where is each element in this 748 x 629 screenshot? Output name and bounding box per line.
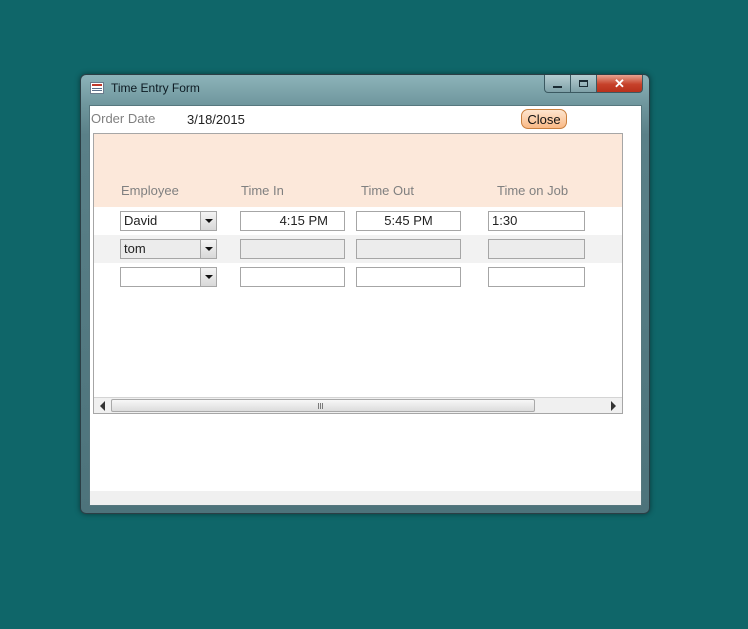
time-on-job-field[interactable] bbox=[488, 239, 585, 259]
form-body: Order Date 3/18/2015 Close Employee Time… bbox=[89, 105, 642, 506]
table-row: David 4:15 PM 5:45 PM 1:30 bbox=[94, 207, 622, 235]
time-on-job-field[interactable] bbox=[488, 267, 585, 287]
employee-combo[interactable]: David bbox=[120, 211, 217, 231]
order-date-label: Order Date bbox=[91, 111, 156, 126]
grip-icon bbox=[318, 403, 324, 409]
scroll-right-button[interactable] bbox=[605, 398, 622, 413]
scrollbar-thumb[interactable] bbox=[111, 399, 535, 412]
chevron-down-icon bbox=[204, 219, 213, 223]
window-controls: ✕ bbox=[544, 75, 643, 93]
time-out-field[interactable] bbox=[356, 267, 461, 287]
employee-combo[interactable]: tom bbox=[120, 239, 217, 259]
employee-combo[interactable] bbox=[120, 267, 217, 287]
table-row: tom bbox=[94, 235, 622, 263]
column-header-time-in: Time In bbox=[241, 183, 284, 198]
horizontal-scrollbar[interactable] bbox=[94, 397, 622, 413]
employee-value: tom bbox=[124, 241, 146, 256]
arrow-right-icon bbox=[611, 400, 616, 411]
close-button[interactable]: Close bbox=[521, 109, 567, 129]
minimize-icon bbox=[553, 85, 562, 88]
dropdown-button[interactable] bbox=[200, 212, 216, 230]
column-header-employee: Employee bbox=[121, 183, 179, 198]
time-out-field[interactable] bbox=[356, 239, 461, 259]
form-footer bbox=[90, 491, 641, 505]
time-in-field[interactable] bbox=[240, 239, 345, 259]
maximize-button[interactable] bbox=[571, 75, 597, 93]
dropdown-button[interactable] bbox=[200, 268, 216, 286]
window-close-button[interactable]: ✕ bbox=[597, 75, 643, 93]
title-bar[interactable]: Time Entry Form ✕ bbox=[81, 75, 649, 103]
form-icon bbox=[90, 82, 104, 94]
time-out-field[interactable]: 5:45 PM bbox=[356, 211, 461, 231]
chevron-down-icon bbox=[204, 275, 213, 279]
dropdown-button[interactable] bbox=[200, 240, 216, 258]
minimize-button[interactable] bbox=[544, 75, 571, 93]
time-entry-window: Time Entry Form ✕ Order Date 3/18/2015 C… bbox=[80, 74, 650, 514]
time-in-field[interactable] bbox=[240, 267, 345, 287]
time-in-field[interactable]: 4:15 PM bbox=[240, 211, 345, 231]
window-title: Time Entry Form bbox=[111, 81, 200, 95]
table-row bbox=[94, 263, 622, 291]
column-header-time-out: Time Out bbox=[361, 183, 414, 198]
subform-header: Employee Time In Time Out Time on Job bbox=[94, 134, 622, 207]
arrow-left-icon bbox=[100, 400, 105, 411]
order-date-value: 3/18/2015 bbox=[187, 112, 245, 127]
time-on-job-field[interactable]: 1:30 bbox=[488, 211, 585, 231]
maximize-icon bbox=[579, 80, 588, 87]
time-entry-subform: Employee Time In Time Out Time on Job Da… bbox=[93, 133, 623, 414]
employee-value: David bbox=[124, 213, 158, 228]
close-icon: ✕ bbox=[614, 75, 625, 91]
chevron-down-icon bbox=[204, 247, 213, 251]
column-header-time-on-job: Time on Job bbox=[497, 183, 569, 198]
scroll-left-button[interactable] bbox=[94, 398, 111, 413]
